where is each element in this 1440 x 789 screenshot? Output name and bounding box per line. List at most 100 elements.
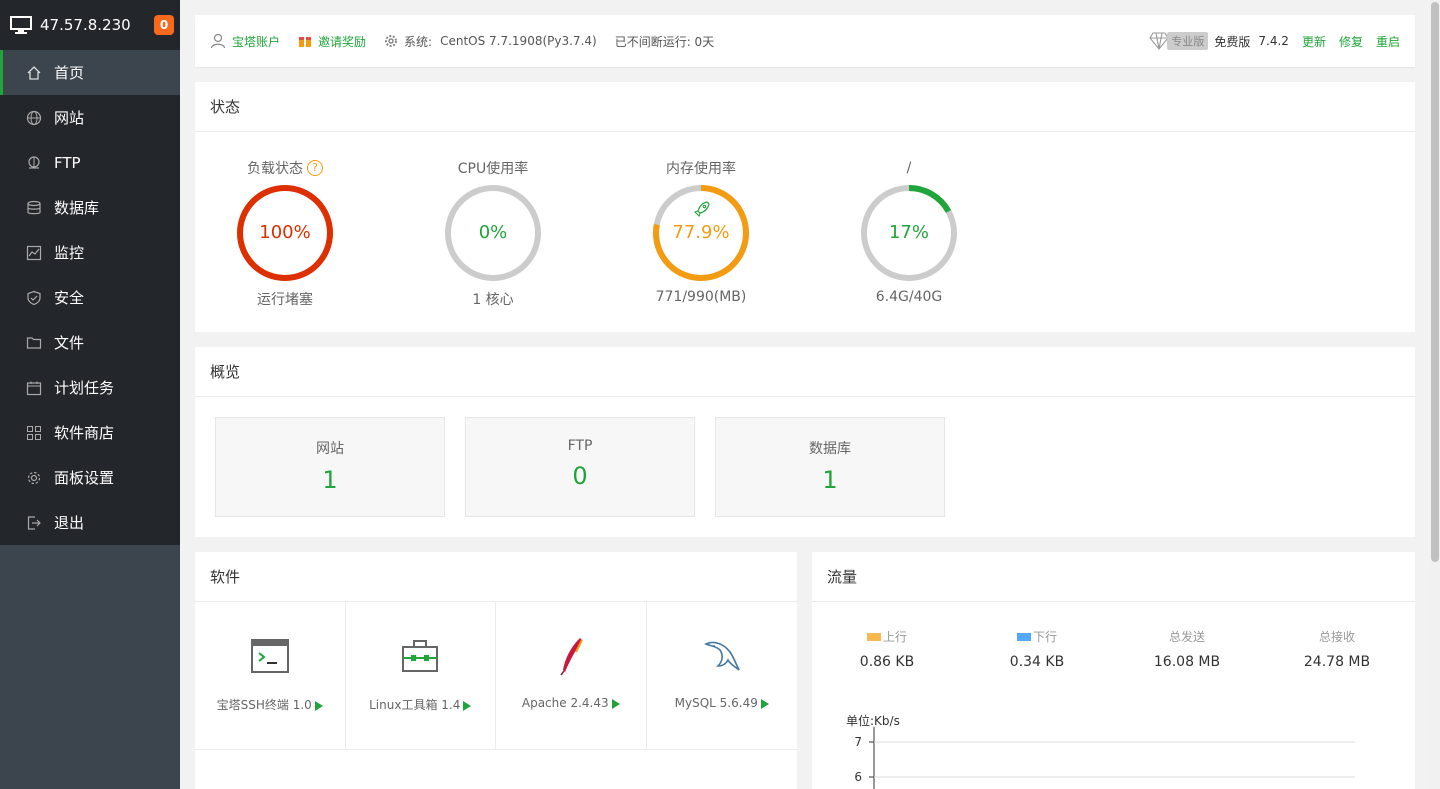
traffic-stats: 上行 0.86 KB 下行 0.34 KB 总发送 16.08 MB 总接收 2… bbox=[812, 602, 1415, 670]
software-item-apache[interactable]: Apache 2.4.43 bbox=[496, 602, 647, 750]
traffic-download: 下行 0.34 KB bbox=[962, 628, 1112, 670]
play-icon[interactable] bbox=[463, 700, 472, 711]
sidebar-item-label: 首页 bbox=[54, 64, 85, 82]
help-icon[interactable]: ? bbox=[307, 160, 323, 176]
sidebar-item-label: 监控 bbox=[54, 244, 85, 262]
sidebar-item-ftp[interactable]: FTP bbox=[0, 140, 180, 185]
gauge-value: 100% bbox=[259, 222, 311, 243]
sidebar-item-files[interactable]: 文件 bbox=[0, 320, 180, 365]
user-icon bbox=[210, 33, 226, 49]
sidebar-item-security[interactable]: 安全 bbox=[0, 275, 180, 320]
play-icon[interactable] bbox=[314, 700, 323, 711]
disk-gauge[interactable]: / 17% 6.4G/40G bbox=[819, 132, 999, 305]
overview-card-website[interactable]: 网站 1 bbox=[215, 417, 445, 517]
gauge-title: 内存使用率 bbox=[666, 161, 736, 177]
gift-icon bbox=[299, 37, 312, 47]
sidebar-item-label: 软件商店 bbox=[54, 424, 115, 442]
gauge-title: / bbox=[906, 160, 912, 176]
uptime-info: 已不间断运行: 0天 bbox=[615, 33, 715, 50]
software-item-ssh[interactable]: 宝塔SSH终端 1.0 bbox=[195, 602, 346, 750]
software-title: 软件 bbox=[195, 552, 797, 602]
scrollbar-thumb[interactable] bbox=[1431, 2, 1439, 562]
traffic-value: 16.08 MB bbox=[1153, 654, 1221, 670]
page-scrollbar[interactable] bbox=[1430, 0, 1440, 789]
play-icon[interactable] bbox=[760, 698, 769, 709]
cpu-gauge[interactable]: CPU使用率 0% 1 核心 bbox=[403, 132, 583, 309]
folder-icon bbox=[26, 335, 42, 351]
invite-link[interactable]: 邀请奖励 bbox=[298, 33, 366, 50]
traffic-value: 24.78 MB bbox=[1303, 654, 1371, 670]
software-item-toolbox[interactable]: Linux工具箱 1.4 bbox=[345, 602, 496, 750]
sidebar-item-monitor[interactable]: 监控 bbox=[0, 230, 180, 275]
software-name-text: MySQL 5.6.49 bbox=[674, 696, 758, 710]
gauge-title-wrap: CPU使用率 bbox=[403, 158, 583, 178]
sidebar-item-cron[interactable]: 计划任务 bbox=[0, 365, 180, 410]
restart-link[interactable]: 重启 bbox=[1376, 33, 1400, 50]
account-link[interactable]: 宝塔账户 bbox=[210, 33, 280, 50]
software-name: Linux工具箱 1.4 bbox=[346, 696, 496, 713]
overview-value: 1 bbox=[322, 466, 338, 494]
traffic-label: 上行 bbox=[882, 630, 907, 644]
cog-icon bbox=[385, 35, 398, 47]
gauge-value: 77.9% bbox=[672, 222, 730, 243]
notification-badge[interactable]: 0 bbox=[154, 15, 174, 35]
monitor-icon bbox=[10, 16, 32, 34]
sidebar: 47.57.8.230 0 首页 网站 FTP 数据库 监控 安全 文件 计划任… bbox=[0, 0, 180, 789]
software-name: 宝塔SSH终端 1.0 bbox=[195, 696, 345, 713]
calendar-icon bbox=[26, 380, 42, 396]
toolbox-icon bbox=[346, 636, 496, 676]
overview-label: FTP bbox=[567, 438, 593, 454]
memory-gauge[interactable]: 内存使用率 77.9% 771/990(MB) bbox=[611, 132, 791, 305]
overview-label: 网站 bbox=[316, 441, 344, 457]
y-tick-label: 7 bbox=[854, 735, 862, 749]
upload-swatch bbox=[866, 632, 881, 641]
traffic-title: 流量 bbox=[812, 552, 1415, 602]
sidebar-item-label: 安全 bbox=[54, 289, 85, 307]
sidebar-item-logout[interactable]: 退出 bbox=[0, 500, 180, 545]
software-name-text: Apache 2.4.43 bbox=[521, 696, 609, 710]
gauge-circle: 77.9% bbox=[651, 183, 751, 283]
gauge-circle: 0% bbox=[443, 183, 543, 283]
software-grid: 宝塔SSH终端 1.0 Linux工具箱 1.4 Apache 2.4.43 M… bbox=[195, 602, 797, 750]
overview-card-database[interactable]: 数据库 1 bbox=[715, 417, 945, 517]
gauge-circle: 100% bbox=[235, 183, 335, 283]
repair-link[interactable]: 修复 bbox=[1339, 33, 1363, 50]
apache-feather-icon bbox=[496, 636, 646, 676]
monitor-chart-icon bbox=[26, 245, 42, 261]
sidebar-item-settings[interactable]: 面板设置 bbox=[0, 455, 180, 500]
sidebar-item-website[interactable]: 网站 bbox=[0, 95, 180, 140]
overview-value: 0 bbox=[572, 462, 588, 490]
traffic-chart[interactable]: 7 6 bbox=[812, 727, 1415, 789]
sidebar-item-label: 面板设置 bbox=[54, 469, 115, 487]
play-icon[interactable] bbox=[611, 698, 620, 709]
status-title: 状态 bbox=[195, 82, 1415, 132]
load-gauge[interactable]: 负载状态 ? 100% 运行堵塞 bbox=[195, 132, 375, 309]
invite-label: 邀请奖励 bbox=[318, 34, 367, 49]
system-value: CentOS 7.7.1908(Py3.7.4) bbox=[440, 34, 597, 48]
server-header: 47.57.8.230 0 bbox=[0, 0, 180, 50]
overview-card-ftp[interactable]: FTP 0 bbox=[465, 417, 695, 517]
sidebar-item-home[interactable]: 首页 bbox=[0, 50, 180, 95]
sidebar-item-database[interactable]: 数据库 bbox=[0, 185, 180, 230]
download-swatch bbox=[1016, 632, 1031, 641]
gauge-title-wrap: / bbox=[819, 158, 999, 178]
traffic-total-sent: 总发送 16.08 MB bbox=[1112, 628, 1262, 670]
main-content: 宝塔账户 邀请奖励 系统: CentOS 7.7.1908(Py3.7.4) 已… bbox=[195, 15, 1415, 789]
gauge-subtitle: 运行堵塞 bbox=[257, 292, 313, 308]
pro-tag[interactable]: 专业版 bbox=[1167, 32, 1209, 50]
ftp-icon bbox=[26, 155, 42, 171]
gauge-title: CPU使用率 bbox=[457, 161, 529, 177]
sidebar-item-label: 文件 bbox=[54, 334, 85, 352]
traffic-label: 总发送 bbox=[1168, 630, 1205, 644]
overview-body: 网站 1 FTP 0 数据库 1 bbox=[195, 397, 1415, 537]
account-label: 宝塔账户 bbox=[232, 34, 281, 49]
update-link[interactable]: 更新 bbox=[1302, 33, 1326, 50]
overview-panel: 概览 网站 1 FTP 0 数据库 1 bbox=[195, 347, 1415, 537]
traffic-total-received: 总接收 24.78 MB bbox=[1262, 628, 1412, 670]
y-tick-label: 6 bbox=[854, 770, 862, 784]
software-item-mysql[interactable]: MySQL 5.6.49 bbox=[646, 602, 797, 750]
sidebar-item-store[interactable]: 软件商店 bbox=[0, 410, 180, 455]
traffic-upload: 上行 0.86 KB bbox=[812, 628, 962, 670]
traffic-label-wrap: 上行 bbox=[812, 628, 962, 645]
gauge-subtitle: 6.4G/40G bbox=[875, 289, 943, 305]
